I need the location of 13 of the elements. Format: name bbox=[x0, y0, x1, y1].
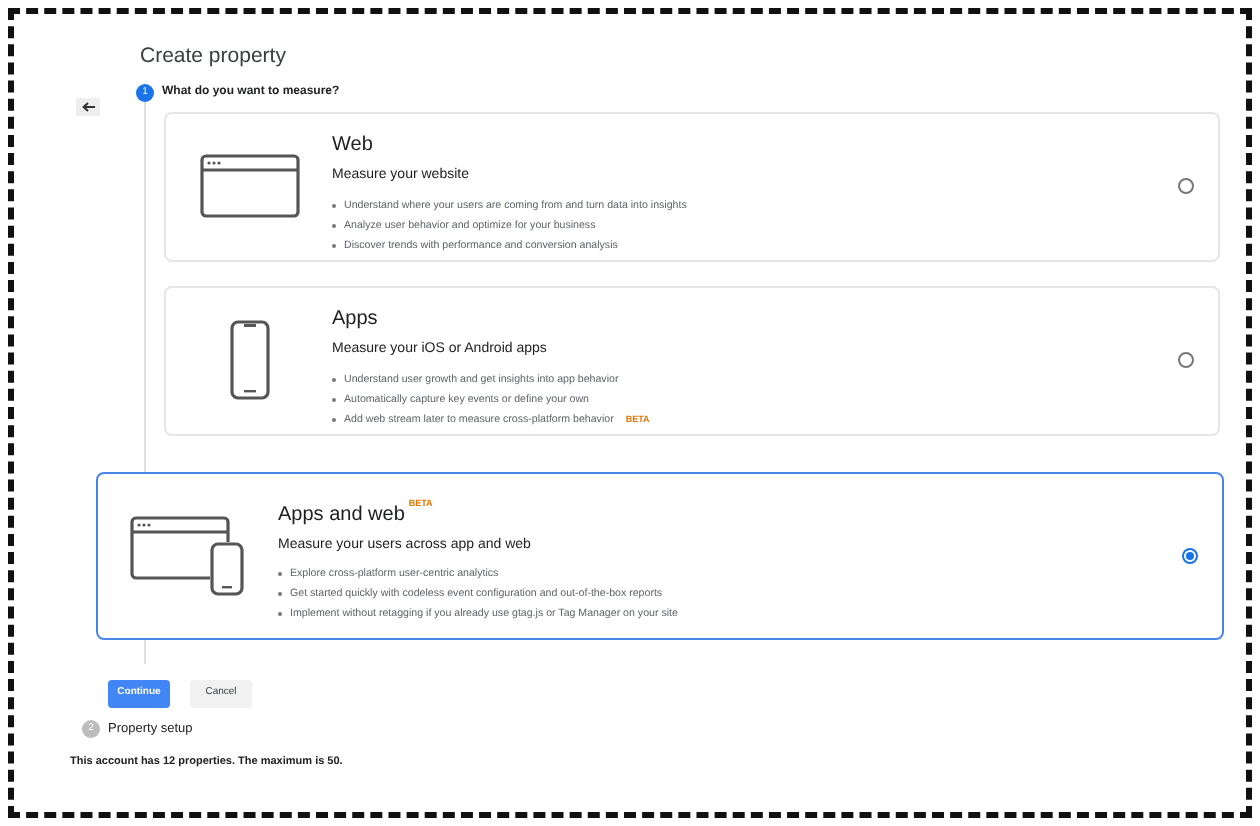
radio-button[interactable] bbox=[1178, 352, 1194, 369]
option-title: Web bbox=[332, 134, 373, 156]
back-arrow-icon bbox=[81, 101, 95, 112]
option-title: Apps bbox=[332, 308, 378, 330]
devices-icon bbox=[130, 515, 246, 596]
radio-button[interactable] bbox=[1178, 178, 1194, 195]
browser-icon bbox=[199, 154, 299, 219]
radio-button[interactable] bbox=[1182, 547, 1198, 564]
option-card[interactable] bbox=[96, 471, 1224, 640]
back-button[interactable] bbox=[76, 97, 100, 116]
phone-icon bbox=[229, 320, 269, 401]
page-title: Create property bbox=[140, 42, 288, 72]
option-title: Apps and web bbox=[278, 503, 405, 525]
